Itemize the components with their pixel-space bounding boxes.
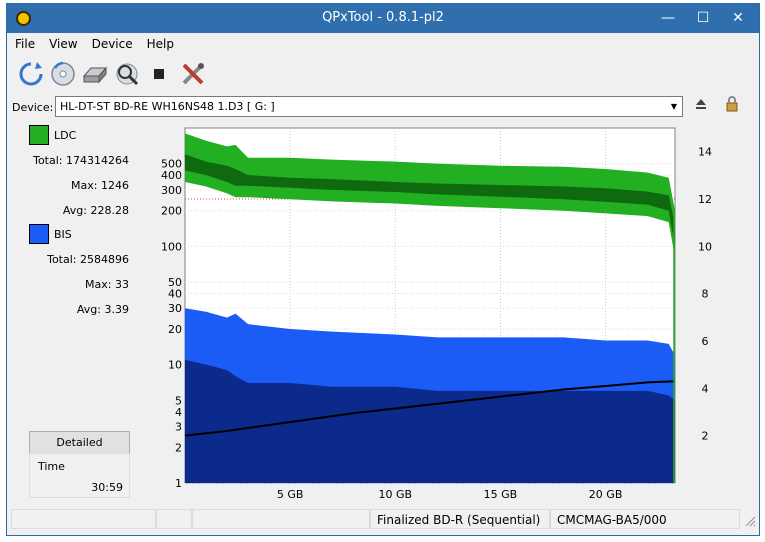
ldc-max: Max: 1246 xyxy=(71,179,129,192)
y-tick-label: 400 xyxy=(161,169,182,182)
x-tick-label: 10 GB xyxy=(379,488,413,501)
time-box: Time 30:59 xyxy=(29,453,130,498)
drive-icon[interactable] xyxy=(81,60,109,88)
media-id-status: CMCMAG-BA5/000 xyxy=(550,509,740,529)
x-tick-label: 15 GB xyxy=(484,488,518,501)
x-tick-label: 5 GB xyxy=(277,488,304,501)
bis-legend-label: BIS xyxy=(54,228,72,241)
time-value: 30:59 xyxy=(91,481,123,494)
detailed-button[interactable]: Detailed xyxy=(29,431,130,454)
y-tick-label: 1 xyxy=(175,477,182,490)
status-cell-3 xyxy=(192,509,370,529)
right-y-tick-label: 4 xyxy=(702,382,709,395)
x-tick-label: 20 GB xyxy=(589,488,623,501)
ldc-legend-label: LDC xyxy=(54,129,77,142)
toolbar xyxy=(7,56,759,94)
maximize-button[interactable]: ☐ xyxy=(686,4,720,33)
bis-max: Max: 33 xyxy=(85,278,129,291)
status-bar: Finalized BD-R (Sequential) CMCMAG-BA5/0… xyxy=(7,507,759,531)
chart-area: 500 400 300 200 100 50 40 30 20 10 5 4 3 2 1 14 12 10 8 6 4 2… xyxy=(142,122,752,504)
time-label: Time xyxy=(38,460,65,473)
device-label: Device: xyxy=(12,101,54,114)
ldc-avg: Avg: 228.28 xyxy=(62,204,129,217)
tools-icon[interactable] xyxy=(179,60,207,88)
right-y-tick-label: 8 xyxy=(702,288,709,301)
eject-icon xyxy=(696,99,706,109)
resize-grip-icon[interactable] xyxy=(744,515,756,527)
menu-help[interactable]: Help xyxy=(139,34,180,51)
y-tick-label: 100 xyxy=(161,240,182,253)
y-tick-label: 30 xyxy=(168,302,182,315)
right-y-tick-label: 2 xyxy=(702,430,709,443)
device-select[interactable]: HL-DT-ST BD-RE WH16NS48 1.D3 [ G: ] ▼ xyxy=(55,96,683,117)
y-tick-label: 20 xyxy=(168,323,182,336)
status-cell-1 xyxy=(11,509,156,529)
right-y-tick-label: 10 xyxy=(698,240,712,253)
y-tick-label: 3 xyxy=(175,421,182,434)
chevron-down-icon: ▼ xyxy=(670,102,678,111)
close-button[interactable]: ✕ xyxy=(721,4,755,33)
y-tick-label: 200 xyxy=(161,205,182,218)
lock-icon xyxy=(726,96,738,112)
y-tick-label: 2 xyxy=(175,441,182,454)
window-title: QPxTool - 0.8.1-pl2 xyxy=(322,10,444,25)
disc-info-icon[interactable] xyxy=(49,60,77,88)
app-window: QPxTool - 0.8.1-pl2 — ☐ ✕ File View Device… xyxy=(6,3,760,536)
right-y-tick-label: 12 xyxy=(698,193,712,206)
menu-device[interactable]: Device xyxy=(84,34,139,51)
device-bar: Device: HL-DT-ST BD-RE WH16NS48 1.D3 [ G… xyxy=(7,94,759,120)
right-y-tick-label: 14 xyxy=(698,146,712,159)
bis-avg: Avg: 3.39 xyxy=(76,303,129,316)
right-y-tick-label: 6 xyxy=(702,335,709,348)
y-tick-label: 300 xyxy=(161,184,182,197)
ldc-legend-swatch[interactable] xyxy=(29,125,49,145)
stop-icon[interactable] xyxy=(145,60,173,88)
bis-legend-swatch[interactable] xyxy=(29,224,49,244)
title-bar[interactable]: QPxTool - 0.8.1-pl2 — ☐ ✕ xyxy=(7,4,759,33)
scan-icon[interactable] xyxy=(113,60,141,88)
bis-total: Total: 2584896 xyxy=(47,253,129,266)
ldc-total: Total: 174314264 xyxy=(33,154,129,167)
y-tick-label: 4 xyxy=(175,406,182,419)
lock-button[interactable] xyxy=(720,95,744,118)
menu-bar: File View Device Help xyxy=(7,34,759,54)
y-tick-label: 40 xyxy=(168,287,182,300)
eject-button[interactable] xyxy=(689,95,713,118)
refresh-icon[interactable] xyxy=(17,60,45,88)
menu-file[interactable]: File xyxy=(7,34,41,51)
scan-chart: 5004003002001005040302010543211412108642… xyxy=(161,127,712,501)
y-tick-label: 10 xyxy=(168,359,182,372)
menu-view[interactable]: View xyxy=(41,34,83,51)
minimize-button[interactable]: — xyxy=(651,4,685,33)
device-value: HL-DT-ST BD-RE WH16NS48 1.D3 [ G: ] xyxy=(60,100,275,113)
disc-type-status: Finalized BD-R (Sequential) xyxy=(370,509,550,529)
status-cell-2 xyxy=(156,509,192,529)
